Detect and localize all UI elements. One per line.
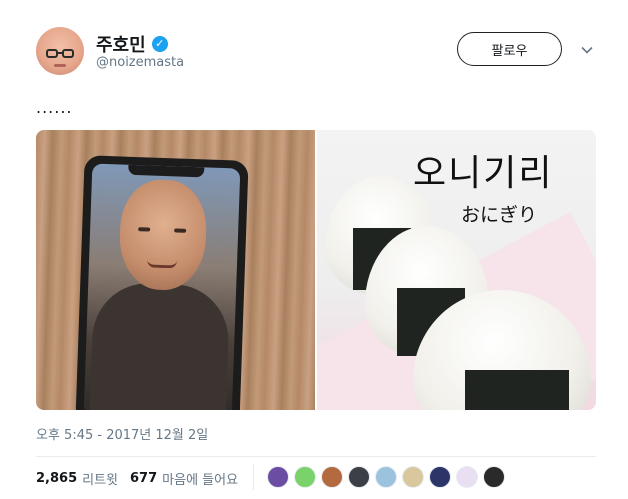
stats-separator <box>253 464 254 490</box>
liker-avatar[interactable] <box>375 466 397 488</box>
smile-mark <box>146 259 178 269</box>
phone-screen <box>83 163 241 410</box>
seaweed-wrap <box>465 370 569 410</box>
liker-avatar[interactable] <box>402 466 424 488</box>
liker-avatars <box>267 466 505 488</box>
divider <box>36 456 596 457</box>
person-face <box>118 178 208 292</box>
liker-avatar[interactable] <box>456 466 478 488</box>
liker-avatar[interactable] <box>429 466 451 488</box>
author-avatar[interactable] <box>36 27 84 75</box>
person-shirt <box>89 281 231 410</box>
liker-avatar[interactable] <box>294 466 316 488</box>
glasses-bridge <box>57 52 63 54</box>
retweets-label[interactable]: 리트윗 <box>82 469 118 488</box>
media-grid: 오니기리 おにぎり <box>36 130 596 410</box>
likes-label[interactable]: 마음에 들어요 <box>162 469 238 488</box>
author-name-row[interactable]: 주호민 ✓ <box>96 31 168 57</box>
phone-image <box>75 155 249 410</box>
chevron-down-icon[interactable] <box>581 44 593 56</box>
onigiri-caption-korean: 오니기리 <box>413 153 554 194</box>
onigiri-caption-japanese: おにぎり <box>461 204 538 226</box>
tweet-timestamp[interactable]: 오후 5:45 - 2017년 12월 2일 <box>36 424 208 443</box>
avatar-mouth <box>54 64 66 67</box>
liker-avatar[interactable] <box>321 466 343 488</box>
tweet-photo-phone[interactable] <box>36 130 315 410</box>
glasses-icon <box>62 49 74 58</box>
phone-notch <box>128 164 205 178</box>
liker-avatar[interactable] <box>267 466 289 488</box>
verified-badge-icon: ✓ <box>151 36 168 52</box>
author-handle[interactable]: @noizemasta <box>96 55 184 70</box>
follow-button[interactable]: 팔로우 <box>457 32 562 66</box>
tweet-text: ...... <box>36 98 73 117</box>
liker-avatar[interactable] <box>483 466 505 488</box>
likes-count[interactable]: 677 <box>130 471 157 486</box>
eye-mark <box>138 227 151 232</box>
author-display-name[interactable]: 주호민 <box>96 31 146 57</box>
tweet-photo-onigiri[interactable]: 오니기리 おにぎり <box>317 130 596 410</box>
eye-mark <box>174 228 187 233</box>
tweet-stats: 2,865 리트윗 677 마음에 들어요 <box>36 467 250 489</box>
retweets-count[interactable]: 2,865 <box>36 471 77 486</box>
liker-avatar[interactable] <box>348 466 370 488</box>
